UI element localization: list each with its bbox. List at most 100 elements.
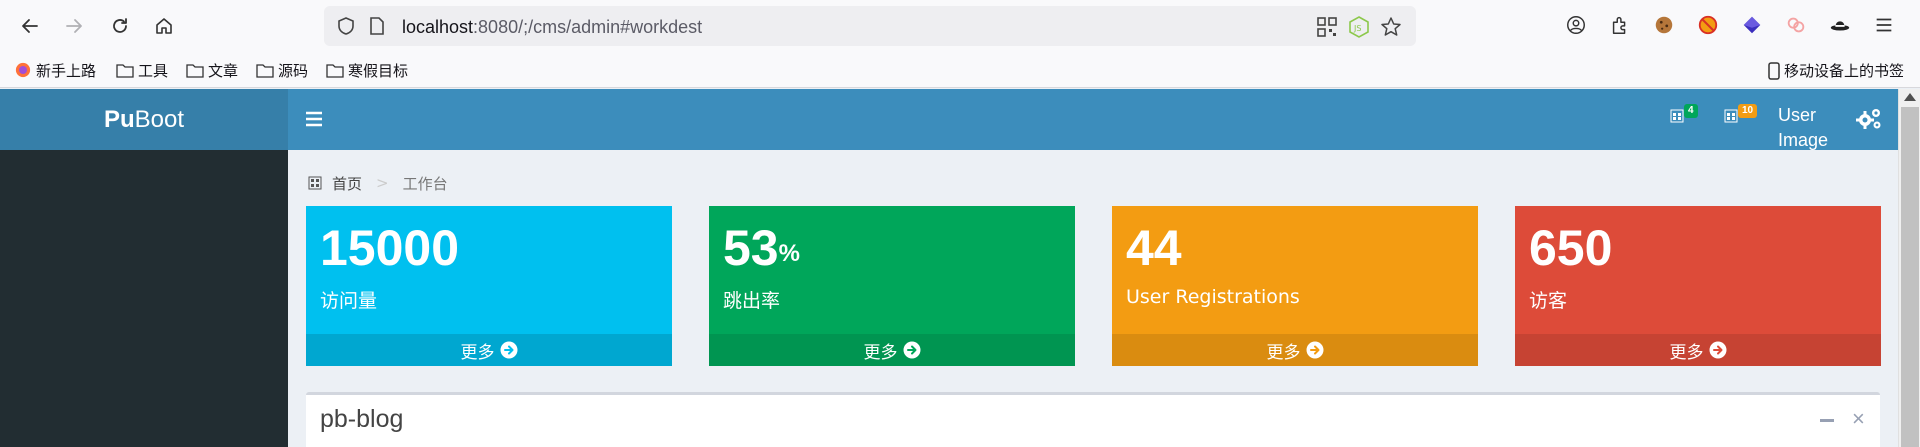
- bookmark-label: 新手上路: [36, 61, 97, 80]
- folder-icon: [256, 64, 274, 78]
- firefox-icon: [15, 62, 31, 78]
- more-info-link[interactable]: 更多: [1515, 334, 1881, 366]
- home-icon: [156, 18, 172, 34]
- blog-panel: pb-blog ×: [306, 392, 1880, 447]
- mobile-device-icon: [1768, 61, 1780, 80]
- bookmark-item[interactable]: 新手上路: [14, 60, 96, 80]
- stat-label: 访问量: [320, 290, 378, 312]
- shield-icon[interactable]: [336, 16, 356, 36]
- more-info-link[interactable]: 更多: [306, 334, 672, 366]
- arrow-circle-right-icon: [1306, 341, 1323, 359]
- stat-value: 44: [1126, 216, 1182, 280]
- folder-icon: [116, 64, 134, 78]
- stat-value: 53%: [723, 216, 800, 280]
- stat-value: 650: [1529, 216, 1612, 280]
- stat-number: 44: [1126, 220, 1182, 276]
- breadcrumb-current: 工作台: [402, 174, 448, 193]
- stat-number: 15000: [320, 220, 460, 276]
- more-label: 更多: [460, 342, 495, 363]
- breadcrumb: 首页 > 工作台: [308, 173, 448, 193]
- bars-icon: [306, 111, 322, 127]
- qr-code-icon[interactable]: [1316, 16, 1338, 38]
- mobile-bookmarks-folder[interactable]: 移动设备上的书签: [1768, 60, 1904, 81]
- panel-title: pb-blog: [320, 405, 404, 433]
- link-extension-icon[interactable]: [1784, 13, 1808, 37]
- arrow-circle-right-icon: [500, 341, 517, 359]
- bell-icon: [1724, 109, 1738, 123]
- browser-toolbar: localhost:8080/;/cms/admin#workdest JS: [0, 0, 1920, 52]
- stat-box-bounce-rate: 53% 跳出率 更多: [709, 206, 1075, 366]
- url-path: :8080/;/cms/admin#workdest: [473, 17, 703, 37]
- extensions-icon[interactable]: [1608, 13, 1632, 37]
- back-button[interactable]: [14, 10, 46, 42]
- url-text[interactable]: localhost:8080/;/cms/admin#workdest: [402, 17, 702, 38]
- arrow-left-icon: [22, 19, 38, 33]
- address-bar[interactable]: localhost:8080/;/cms/admin#workdest JS: [324, 6, 1416, 46]
- bookmark-folder[interactable]: 文章: [186, 60, 238, 80]
- messages-button[interactable]: 4: [1670, 104, 1698, 128]
- nodejs-extension-icon[interactable]: JS: [1348, 16, 1370, 38]
- purple-extension-icon[interactable]: [1740, 13, 1764, 37]
- bookmark-label: 文章: [208, 61, 239, 80]
- logo-rest: Boot: [134, 105, 185, 133]
- control-sidebar-button[interactable]: [1856, 107, 1882, 131]
- stat-box-user-registrations: 44 User Registrations 更多: [1112, 206, 1478, 366]
- reload-button[interactable]: [104, 10, 136, 42]
- close-button[interactable]: ×: [1852, 407, 1865, 431]
- bookmark-folder[interactable]: 源码: [256, 60, 308, 80]
- scroll-thumb[interactable]: [1901, 107, 1919, 447]
- more-label: 更多: [863, 342, 898, 363]
- folder-icon: [186, 64, 204, 78]
- app-logo[interactable]: Pu Boot: [0, 89, 288, 150]
- more-label: 更多: [1266, 342, 1301, 363]
- home-button[interactable]: [148, 10, 180, 42]
- bookmark-label: 寒假目标: [348, 61, 409, 80]
- star-bookmark-icon[interactable]: [1380, 16, 1402, 38]
- stat-label: 访客: [1529, 290, 1568, 312]
- arrow-circle-right-icon: [1709, 341, 1726, 359]
- svg-text:JS: JS: [1353, 24, 1361, 33]
- scroll-up-arrow[interactable]: [1904, 93, 1916, 101]
- logo-bold: Pu: [103, 105, 135, 133]
- envelope-icon: [1670, 109, 1684, 123]
- notifications-count-badge: 10: [1738, 104, 1758, 118]
- breadcrumb-home-link[interactable]: 首页: [332, 173, 362, 194]
- reload-icon: [113, 18, 127, 33]
- breadcrumb-separator: >: [376, 174, 389, 192]
- stat-suffix: %: [778, 240, 800, 267]
- gears-icon: [1856, 109, 1881, 129]
- messages-count-badge: 4: [1684, 104, 1698, 118]
- stat-number: 650: [1529, 220, 1613, 276]
- bookmark-label: 工具: [138, 61, 169, 80]
- user-image[interactable]: User Image: [1778, 103, 1848, 153]
- forward-button[interactable]: [58, 10, 90, 42]
- stat-label: User Registrations: [1126, 286, 1300, 308]
- notifications-button[interactable]: 10: [1724, 104, 1758, 128]
- more-info-link[interactable]: 更多: [709, 334, 1075, 366]
- stat-number: 53: [723, 220, 779, 276]
- arrow-right-icon: [66, 19, 82, 33]
- bookmarks-bar: 新手上路 工具 文章 源码 寒假目标 移动设备上的书签: [0, 52, 1920, 88]
- dashboard-icon: [308, 176, 322, 190]
- account-icon[interactable]: [1564, 13, 1588, 37]
- cookie-extension-icon[interactable]: [1652, 13, 1676, 37]
- sidebar-toggle-button[interactable]: [302, 107, 326, 131]
- bookmark-label: 源码: [278, 61, 309, 80]
- app-header: Pu Boot 4 10 User Image: [0, 89, 1898, 150]
- more-info-link[interactable]: 更多: [1112, 334, 1478, 366]
- page-scrollbar[interactable]: [1898, 89, 1920, 447]
- menu-icon[interactable]: [1872, 13, 1896, 37]
- hat-extension-icon[interactable]: [1828, 13, 1852, 37]
- stat-box-visitors: 650 访客 更多: [1515, 206, 1881, 366]
- bookmark-folder[interactable]: 工具: [116, 60, 168, 80]
- page-icon[interactable]: [368, 16, 386, 36]
- folder-icon: [326, 64, 344, 78]
- blocker-extension-icon[interactable]: [1696, 13, 1720, 37]
- bookmark-folder[interactable]: 寒假目标: [326, 60, 408, 80]
- sidebar: [0, 150, 288, 447]
- mobile-bookmarks-label: 移动设备上的书签: [1783, 62, 1904, 80]
- collapse-button[interactable]: [1820, 419, 1834, 422]
- arrow-circle-right-icon: [903, 341, 920, 359]
- stat-box-visits: 15000 访问量 更多: [306, 206, 672, 366]
- url-host: localhost: [402, 17, 474, 37]
